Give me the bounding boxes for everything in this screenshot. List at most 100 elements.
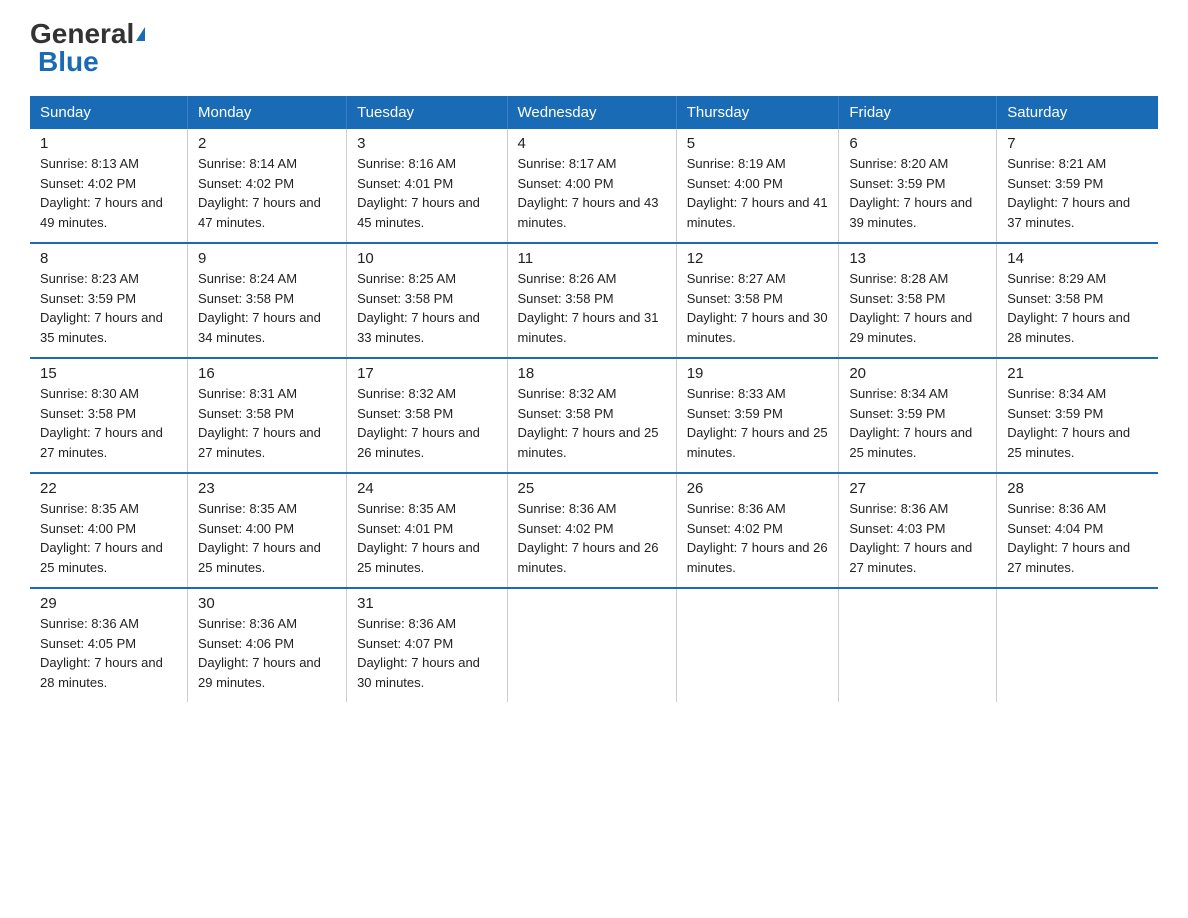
day-number: 7 <box>1007 135 1148 152</box>
day-number: 8 <box>40 250 177 267</box>
day-info: Sunrise: 8:36 AMSunset: 4:03 PMDaylight:… <box>849 501 972 575</box>
day-info: Sunrise: 8:36 AMSunset: 4:06 PMDaylight:… <box>198 616 321 690</box>
day-info: Sunrise: 8:27 AMSunset: 3:58 PMDaylight:… <box>687 271 828 345</box>
weekday-header-row: SundayMondayTuesdayWednesdayThursdayFrid… <box>30 96 1158 129</box>
day-number: 9 <box>198 250 336 267</box>
page-header: General Blue <box>30 20 1158 76</box>
week-row-2: 8 Sunrise: 8:23 AMSunset: 3:59 PMDayligh… <box>30 243 1158 358</box>
calendar-cell: 30 Sunrise: 8:36 AMSunset: 4:06 PMDaylig… <box>188 588 347 702</box>
day-number: 25 <box>518 480 666 497</box>
day-number: 17 <box>357 365 496 382</box>
day-number: 29 <box>40 595 177 612</box>
day-number: 24 <box>357 480 496 497</box>
calendar-cell: 17 Sunrise: 8:32 AMSunset: 3:58 PMDaylig… <box>347 358 507 473</box>
day-number: 22 <box>40 480 177 497</box>
day-number: 1 <box>40 135 177 152</box>
calendar-cell: 9 Sunrise: 8:24 AMSunset: 3:58 PMDayligh… <box>188 243 347 358</box>
day-info: Sunrise: 8:16 AMSunset: 4:01 PMDaylight:… <box>357 156 480 230</box>
calendar-cell: 15 Sunrise: 8:30 AMSunset: 3:58 PMDaylig… <box>30 358 188 473</box>
calendar-cell: 13 Sunrise: 8:28 AMSunset: 3:58 PMDaylig… <box>839 243 997 358</box>
weekday-header-monday: Monday <box>188 96 347 129</box>
day-info: Sunrise: 8:29 AMSunset: 3:58 PMDaylight:… <box>1007 271 1130 345</box>
day-number: 14 <box>1007 250 1148 267</box>
calendar-cell: 10 Sunrise: 8:25 AMSunset: 3:58 PMDaylig… <box>347 243 507 358</box>
day-number: 23 <box>198 480 336 497</box>
day-number: 3 <box>357 135 496 152</box>
day-info: Sunrise: 8:20 AMSunset: 3:59 PMDaylight:… <box>849 156 972 230</box>
calendar-cell: 3 Sunrise: 8:16 AMSunset: 4:01 PMDayligh… <box>347 129 507 243</box>
day-info: Sunrise: 8:34 AMSunset: 3:59 PMDaylight:… <box>849 386 972 460</box>
calendar-cell <box>676 588 839 702</box>
day-info: Sunrise: 8:35 AMSunset: 4:00 PMDaylight:… <box>40 501 163 575</box>
day-info: Sunrise: 8:23 AMSunset: 3:59 PMDaylight:… <box>40 271 163 345</box>
weekday-header-tuesday: Tuesday <box>347 96 507 129</box>
day-number: 27 <box>849 480 986 497</box>
calendar-cell: 28 Sunrise: 8:36 AMSunset: 4:04 PMDaylig… <box>997 473 1158 588</box>
calendar-cell: 14 Sunrise: 8:29 AMSunset: 3:58 PMDaylig… <box>997 243 1158 358</box>
calendar-cell <box>507 588 676 702</box>
calendar-cell: 31 Sunrise: 8:36 AMSunset: 4:07 PMDaylig… <box>347 588 507 702</box>
calendar-cell: 19 Sunrise: 8:33 AMSunset: 3:59 PMDaylig… <box>676 358 839 473</box>
day-number: 30 <box>198 595 336 612</box>
day-number: 26 <box>687 480 829 497</box>
day-info: Sunrise: 8:26 AMSunset: 3:58 PMDaylight:… <box>518 271 659 345</box>
day-number: 10 <box>357 250 496 267</box>
logo-blue-text: Blue <box>38 48 99 76</box>
week-row-4: 22 Sunrise: 8:35 AMSunset: 4:00 PMDaylig… <box>30 473 1158 588</box>
day-info: Sunrise: 8:14 AMSunset: 4:02 PMDaylight:… <box>198 156 321 230</box>
calendar-cell: 22 Sunrise: 8:35 AMSunset: 4:00 PMDaylig… <box>30 473 188 588</box>
day-number: 31 <box>357 595 496 612</box>
day-info: Sunrise: 8:13 AMSunset: 4:02 PMDaylight:… <box>40 156 163 230</box>
logo-triangle-icon <box>136 27 145 41</box>
calendar-cell <box>839 588 997 702</box>
day-info: Sunrise: 8:19 AMSunset: 4:00 PMDaylight:… <box>687 156 828 230</box>
calendar-cell: 21 Sunrise: 8:34 AMSunset: 3:59 PMDaylig… <box>997 358 1158 473</box>
day-number: 13 <box>849 250 986 267</box>
day-info: Sunrise: 8:35 AMSunset: 4:01 PMDaylight:… <box>357 501 480 575</box>
calendar-cell: 5 Sunrise: 8:19 AMSunset: 4:00 PMDayligh… <box>676 129 839 243</box>
calendar-cell: 2 Sunrise: 8:14 AMSunset: 4:02 PMDayligh… <box>188 129 347 243</box>
day-number: 21 <box>1007 365 1148 382</box>
day-info: Sunrise: 8:30 AMSunset: 3:58 PMDaylight:… <box>40 386 163 460</box>
calendar-cell: 29 Sunrise: 8:36 AMSunset: 4:05 PMDaylig… <box>30 588 188 702</box>
calendar-cell: 26 Sunrise: 8:36 AMSunset: 4:02 PMDaylig… <box>676 473 839 588</box>
day-number: 15 <box>40 365 177 382</box>
logo: General Blue <box>30 20 145 76</box>
day-info: Sunrise: 8:33 AMSunset: 3:59 PMDaylight:… <box>687 386 828 460</box>
day-number: 18 <box>518 365 666 382</box>
calendar-header: SundayMondayTuesdayWednesdayThursdayFrid… <box>30 96 1158 129</box>
day-number: 11 <box>518 250 666 267</box>
day-number: 16 <box>198 365 336 382</box>
calendar-cell: 27 Sunrise: 8:36 AMSunset: 4:03 PMDaylig… <box>839 473 997 588</box>
day-info: Sunrise: 8:25 AMSunset: 3:58 PMDaylight:… <box>357 271 480 345</box>
calendar-cell: 7 Sunrise: 8:21 AMSunset: 3:59 PMDayligh… <box>997 129 1158 243</box>
day-number: 28 <box>1007 480 1148 497</box>
calendar-cell: 25 Sunrise: 8:36 AMSunset: 4:02 PMDaylig… <box>507 473 676 588</box>
day-info: Sunrise: 8:36 AMSunset: 4:04 PMDaylight:… <box>1007 501 1130 575</box>
day-number: 4 <box>518 135 666 152</box>
day-info: Sunrise: 8:28 AMSunset: 3:58 PMDaylight:… <box>849 271 972 345</box>
calendar-cell: 23 Sunrise: 8:35 AMSunset: 4:00 PMDaylig… <box>188 473 347 588</box>
day-info: Sunrise: 8:32 AMSunset: 3:58 PMDaylight:… <box>518 386 659 460</box>
calendar-cell: 20 Sunrise: 8:34 AMSunset: 3:59 PMDaylig… <box>839 358 997 473</box>
calendar-cell <box>997 588 1158 702</box>
day-number: 6 <box>849 135 986 152</box>
weekday-header-sunday: Sunday <box>30 96 188 129</box>
calendar-body: 1 Sunrise: 8:13 AMSunset: 4:02 PMDayligh… <box>30 129 1158 702</box>
calendar-cell: 4 Sunrise: 8:17 AMSunset: 4:00 PMDayligh… <box>507 129 676 243</box>
day-info: Sunrise: 8:35 AMSunset: 4:00 PMDaylight:… <box>198 501 321 575</box>
day-number: 2 <box>198 135 336 152</box>
day-info: Sunrise: 8:24 AMSunset: 3:58 PMDaylight:… <box>198 271 321 345</box>
calendar-table: SundayMondayTuesdayWednesdayThursdayFrid… <box>30 96 1158 702</box>
calendar-cell: 18 Sunrise: 8:32 AMSunset: 3:58 PMDaylig… <box>507 358 676 473</box>
day-info: Sunrise: 8:21 AMSunset: 3:59 PMDaylight:… <box>1007 156 1130 230</box>
week-row-3: 15 Sunrise: 8:30 AMSunset: 3:58 PMDaylig… <box>30 358 1158 473</box>
day-info: Sunrise: 8:36 AMSunset: 4:05 PMDaylight:… <box>40 616 163 690</box>
calendar-cell: 1 Sunrise: 8:13 AMSunset: 4:02 PMDayligh… <box>30 129 188 243</box>
calendar-cell: 11 Sunrise: 8:26 AMSunset: 3:58 PMDaylig… <box>507 243 676 358</box>
day-number: 12 <box>687 250 829 267</box>
week-row-5: 29 Sunrise: 8:36 AMSunset: 4:05 PMDaylig… <box>30 588 1158 702</box>
day-number: 5 <box>687 135 829 152</box>
weekday-header-friday: Friday <box>839 96 997 129</box>
calendar-cell: 6 Sunrise: 8:20 AMSunset: 3:59 PMDayligh… <box>839 129 997 243</box>
